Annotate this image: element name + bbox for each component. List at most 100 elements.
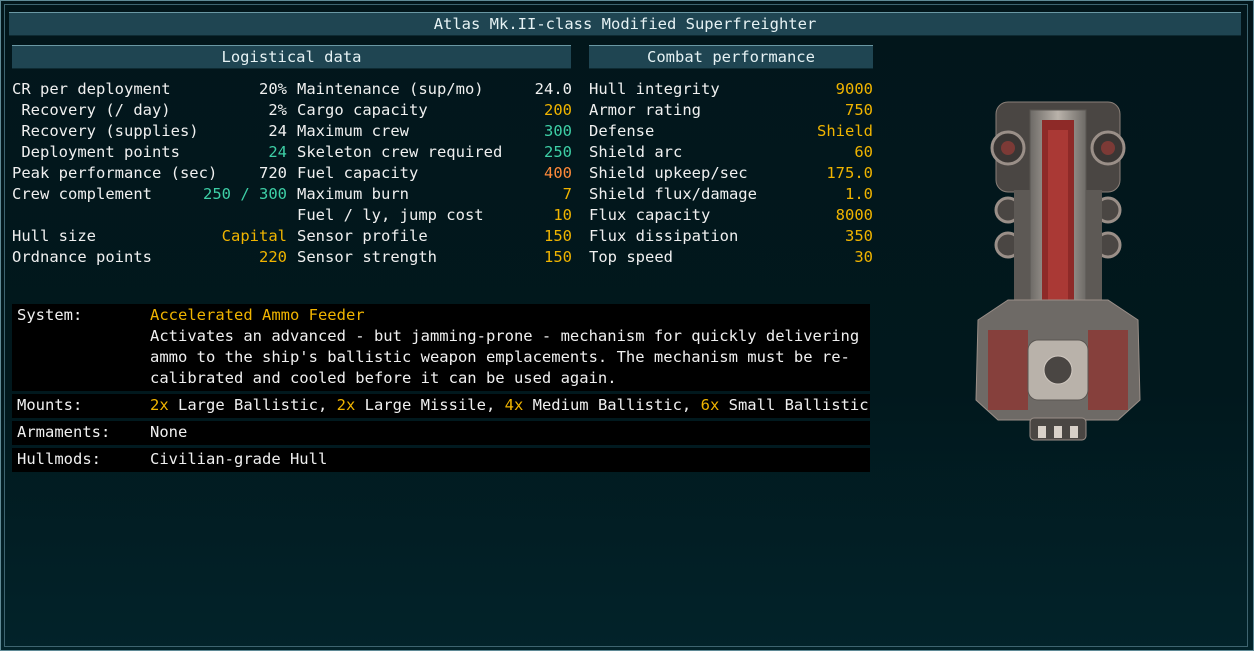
stat-row: Maximum burn 7 bbox=[297, 184, 572, 205]
stat-row: Flux dissipation 350 bbox=[589, 226, 873, 247]
stat-label: Recovery (supplies) bbox=[12, 122, 199, 140]
stat-value: 220 bbox=[259, 248, 287, 266]
system-name: Accelerated Ammo Feeder bbox=[150, 306, 365, 324]
mount-count: 2x bbox=[150, 396, 169, 414]
stat-row: Sensor strength 150 bbox=[297, 247, 572, 268]
stat-value: 8000 bbox=[835, 206, 873, 224]
stat-value: 350 bbox=[845, 227, 873, 245]
stat-label: Peak performance (sec) bbox=[12, 164, 218, 182]
system-desc-line: ammo to the ship's ballistic weapon empl… bbox=[150, 348, 850, 366]
stat-label: Shield upkeep/sec bbox=[589, 164, 748, 182]
stat-value: Capital bbox=[221, 227, 287, 245]
stat-label: Sensor profile bbox=[297, 227, 428, 245]
mount-name: Medium Ballistic, bbox=[523, 396, 692, 414]
system-label: System: bbox=[17, 306, 83, 324]
armaments-label: Armaments: bbox=[17, 423, 111, 441]
stat-value: 20% bbox=[259, 80, 287, 98]
stat-row: Fuel capacity 400 bbox=[297, 163, 572, 184]
mount-count: 2x bbox=[327, 396, 356, 414]
stat-label: Shield arc bbox=[589, 143, 683, 161]
stat-row: Defense Shield bbox=[589, 121, 873, 142]
stat-value: 400 bbox=[544, 164, 572, 182]
stat-label: Hull integrity bbox=[589, 80, 720, 98]
stat-value: 24 bbox=[268, 143, 287, 161]
stat-row: Recovery (/ day) 2% bbox=[12, 100, 287, 121]
stat-row: Top speed 30 bbox=[589, 247, 873, 268]
stat-label: Shield flux/damage bbox=[589, 185, 757, 203]
stat-label: Hull size bbox=[12, 227, 96, 245]
hullmods-label: Hullmods: bbox=[17, 450, 101, 468]
stat-label: Flux dissipation bbox=[589, 227, 739, 245]
stat-label: Defense bbox=[589, 122, 655, 140]
stat-label: Sensor strength bbox=[297, 248, 437, 266]
stat-row: CR per deployment 20% bbox=[12, 79, 287, 100]
mount-name: Large Ballistic, bbox=[168, 396, 328, 414]
stat-label: Armor rating bbox=[589, 101, 701, 119]
stat-row: Shield arc 60 bbox=[589, 142, 873, 163]
ship-sprite bbox=[975, 101, 1141, 441]
stat-row: Deployment points 24 bbox=[12, 142, 287, 163]
stat-label: Recovery (/ day) bbox=[12, 101, 171, 119]
stat-value: 30 bbox=[854, 248, 873, 266]
mounts-row: Mounts: 2x Large Ballistic, 2x Large Mis… bbox=[12, 394, 870, 418]
stat-row: Peak performance (sec) 720 bbox=[12, 163, 287, 184]
stat-row: Sensor profile 150 bbox=[297, 226, 572, 247]
stat-label: CR per deployment bbox=[12, 80, 171, 98]
stat-label: Cargo capacity bbox=[297, 101, 428, 119]
stat-row: Cargo capacity 200 bbox=[297, 100, 572, 121]
stat-label: Maximum crew bbox=[297, 122, 409, 140]
stat-value: 24 bbox=[268, 122, 287, 140]
stat-value: 24.0 bbox=[534, 80, 572, 98]
stat-value: 150 bbox=[544, 248, 572, 266]
stat-row: Hull integrity 9000 bbox=[589, 79, 873, 100]
stat-row: Maximum crew 300 bbox=[297, 121, 572, 142]
stat-row: Skeleton crew required 250 bbox=[297, 142, 572, 163]
stat-value: 2% bbox=[268, 101, 287, 119]
stat-row: Maintenance (sup/mo) 24.0 bbox=[297, 79, 572, 100]
mount-name: Small Ballistic bbox=[719, 396, 869, 414]
ship-title: Atlas Mk.II-class Modified Superfreighte… bbox=[9, 12, 1241, 36]
stat-label: Top speed bbox=[589, 248, 673, 266]
stat-value: 300 bbox=[544, 122, 572, 140]
stat-label: Maintenance (sup/mo) bbox=[297, 80, 484, 98]
stat-value: 250 bbox=[544, 143, 572, 161]
stat-row: Ordnance points 220 bbox=[12, 247, 287, 268]
armaments-value: None bbox=[150, 423, 188, 441]
mounts-list: 2x Large Ballistic, 2x Large Missile, 4x… bbox=[150, 395, 869, 416]
stat-row: Armor rating 750 bbox=[589, 100, 873, 121]
logistical-data-header: Logistical data bbox=[12, 45, 571, 69]
hullmods-row: Hullmods: Civilian-grade Hull bbox=[12, 448, 870, 472]
stat-label: Ordnance points bbox=[12, 248, 152, 266]
stat-value: 750 bbox=[845, 101, 873, 119]
system-desc-line: Activates an advanced - but jamming-pron… bbox=[150, 327, 860, 345]
system-row: System: Accelerated Ammo Feeder Activate… bbox=[12, 304, 870, 391]
stat-label: Flux capacity bbox=[589, 206, 711, 224]
stat-value: 1.0 bbox=[845, 185, 873, 203]
stat-value: 720 bbox=[259, 164, 287, 182]
stat-value: 175.0 bbox=[826, 164, 873, 182]
mount-count: 4x bbox=[495, 396, 524, 414]
stat-row: Recovery (supplies) 24 bbox=[12, 121, 287, 142]
hullmods-value: Civilian-grade Hull bbox=[150, 450, 328, 468]
stat-row: Flux capacity 8000 bbox=[589, 205, 873, 226]
stat-row bbox=[12, 205, 287, 226]
stat-label: Crew complement bbox=[12, 185, 152, 203]
stat-label: Skeleton crew required bbox=[297, 143, 503, 161]
system-desc-line: calibrated and cooled before it can be u… bbox=[150, 369, 617, 387]
armaments-row: Armaments: None bbox=[12, 421, 870, 445]
mount-name: Large Missile, bbox=[355, 396, 496, 414]
stat-row: Crew complement 250 / 300 bbox=[12, 184, 287, 205]
stat-row: Hull size Capital bbox=[12, 226, 287, 247]
stat-value: 250 / 300 bbox=[203, 185, 287, 203]
stat-value: 150 bbox=[544, 227, 572, 245]
stat-value: 9000 bbox=[835, 80, 873, 98]
stat-value: 7 bbox=[562, 185, 572, 203]
stat-row: Shield flux/damage 1.0 bbox=[589, 184, 873, 205]
stat-label: Maximum burn bbox=[297, 185, 409, 203]
stat-value: 10 bbox=[553, 206, 572, 224]
stat-label: Deployment points bbox=[12, 143, 180, 161]
combat-performance-header: Combat performance bbox=[589, 45, 873, 69]
stat-value: Shield bbox=[817, 122, 873, 140]
stat-row: Fuel / ly, jump cost 10 bbox=[297, 205, 572, 226]
stat-value: 200 bbox=[544, 101, 572, 119]
